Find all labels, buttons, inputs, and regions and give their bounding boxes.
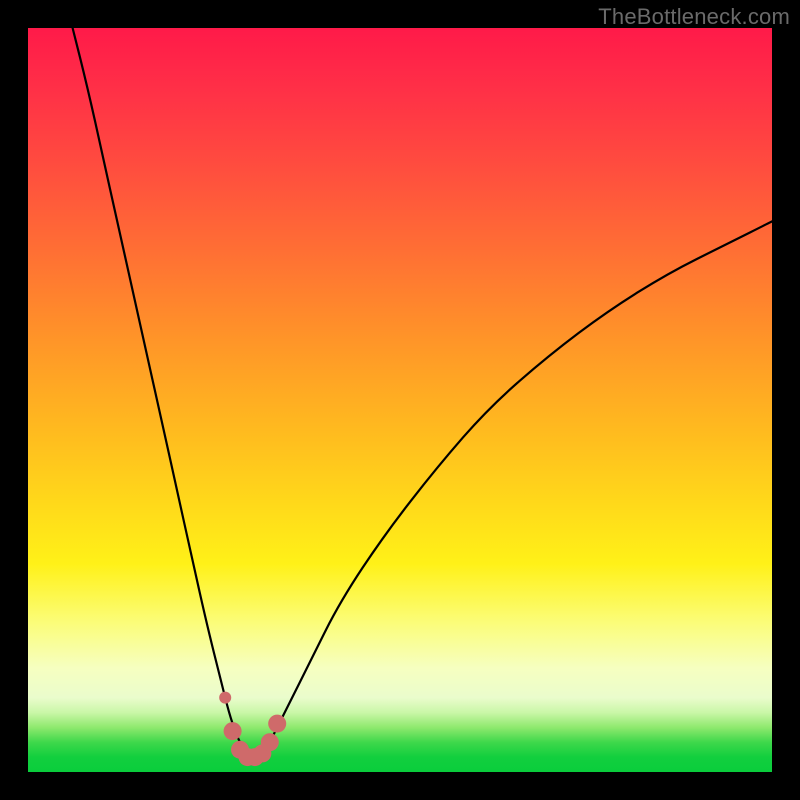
curve-markers bbox=[219, 692, 286, 767]
curve-marker bbox=[261, 733, 279, 751]
watermark-text: TheBottleneck.com bbox=[598, 4, 790, 30]
curve-marker bbox=[224, 722, 242, 740]
curve-marker bbox=[268, 715, 286, 733]
bottleneck-curve bbox=[73, 28, 772, 757]
plot-area bbox=[28, 28, 772, 772]
curve-marker bbox=[219, 692, 231, 704]
chart-svg bbox=[28, 28, 772, 772]
chart-frame: TheBottleneck.com bbox=[0, 0, 800, 800]
